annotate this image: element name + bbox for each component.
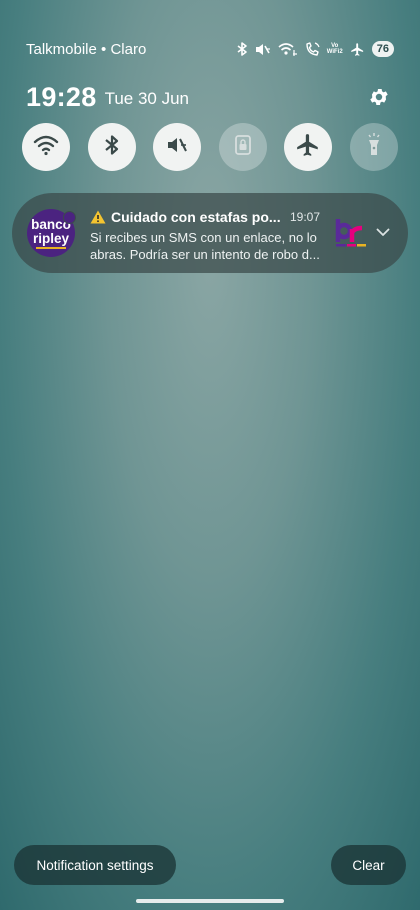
- notification-time: 19:07: [289, 210, 320, 224]
- notification-body-line-2: abras. Podría ser un intento de robo d..…: [90, 247, 320, 262]
- qs-tile-flashlight[interactable]: [349, 123, 398, 171]
- app-icon-text-2: ripley: [32, 230, 70, 246]
- flashlight-icon: [366, 132, 382, 163]
- time-row: 19:28 Tue 30 Jun: [26, 80, 392, 114]
- airplane-icon: [295, 132, 321, 163]
- notification-settings-button[interactable]: Notification settings: [14, 845, 176, 885]
- banco-ripley-br-logo-icon: [334, 215, 370, 251]
- qs-tile-bluetooth[interactable]: [87, 123, 136, 171]
- warning-icon: [90, 210, 106, 224]
- app-icon-underline: [36, 246, 66, 249]
- notification-title-row: Cuidado con estafas po... 19:07: [90, 209, 320, 225]
- notification-body: Si recibes un SMS con un enlace, no lo a…: [90, 229, 330, 263]
- clock: 19:28: [26, 81, 97, 112]
- status-bar: Talkmobile • Claro Vo WiFi2 76: [26, 38, 394, 60]
- sound-mute-icon: [165, 133, 189, 162]
- carrier-label: Talkmobile • Claro: [26, 40, 147, 58]
- clear-button[interactable]: Clear: [331, 845, 406, 885]
- lock-icon: [234, 133, 252, 162]
- wifi-calling-icon: [278, 42, 298, 57]
- battery-icon: 76: [371, 41, 394, 57]
- qs-tile-airplane[interactable]: [284, 123, 333, 171]
- bluetooth-icon: [237, 41, 248, 57]
- notification-body-line-1: Si recibes un SMS con un enlace, no lo: [90, 230, 317, 245]
- bluetooth-icon: [103, 133, 121, 162]
- qs-tile-sound[interactable]: [153, 123, 202, 171]
- vowifi-icon: Vo WiFi2: [326, 43, 343, 55]
- home-indicator[interactable]: [136, 899, 284, 903]
- settings-gear-icon[interactable]: [366, 84, 392, 110]
- call-icon: [305, 41, 320, 57]
- notification-card[interactable]: banco ripley Cuidado con estafas po... 1…: [12, 193, 408, 273]
- quick-settings-row: [22, 123, 398, 171]
- app-badge-icon: [63, 211, 76, 224]
- qs-tile-screen-lock[interactable]: [218, 123, 267, 171]
- notification-title: Cuidado con estafas po...: [111, 209, 281, 225]
- chevron-down-icon[interactable]: [370, 219, 396, 245]
- wifi-icon: [33, 134, 59, 161]
- qs-tile-wifi[interactable]: [22, 123, 70, 171]
- airplane-icon: [350, 42, 365, 57]
- vibrate-mute-icon: [255, 42, 271, 57]
- date: Tue 30 Jun: [104, 89, 189, 108]
- status-icons: Vo WiFi2 76: [237, 41, 394, 57]
